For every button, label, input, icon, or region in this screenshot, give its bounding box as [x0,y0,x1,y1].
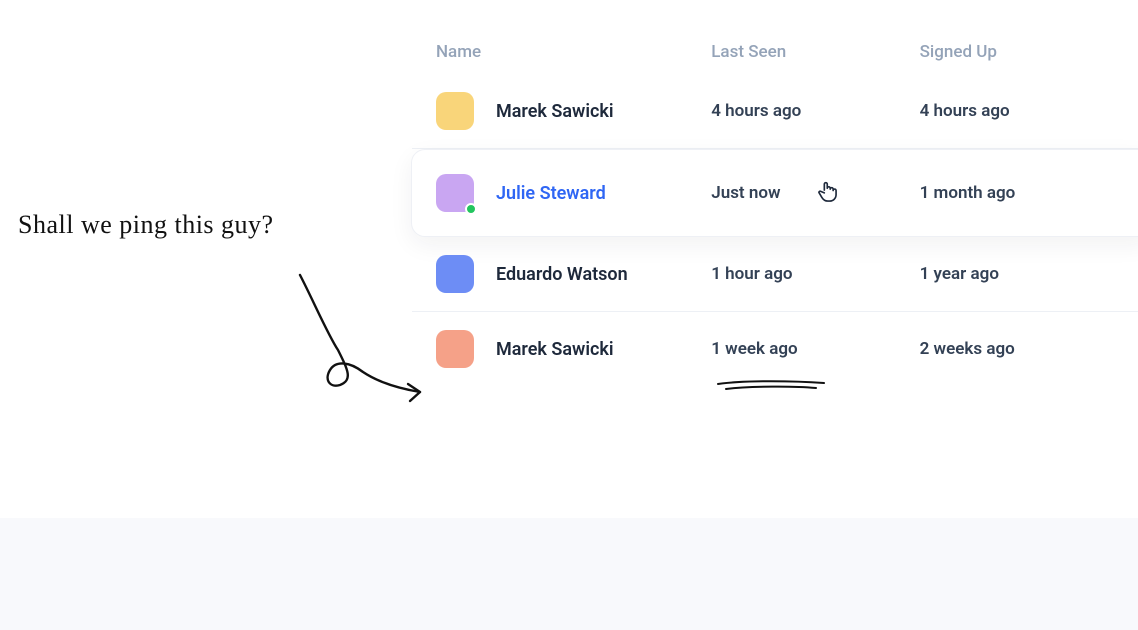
user-name[interactable]: Julie Steward [496,183,606,204]
avatar [436,92,474,130]
last-seen: Just now [711,183,780,203]
signed-up: 1 month ago [920,183,1128,203]
table-row[interactable]: Eduardo Watson 1 hour ago 1 year ago [412,237,1138,312]
annotation: Shall we ping this guy? [18,210,438,430]
signed-up: 4 hours ago [920,101,1128,121]
annotation-text: Shall we ping this guy? [18,210,438,240]
avatar [436,174,474,212]
table-row[interactable]: Marek Sawicki 4 hours ago 4 hours ago [412,74,1138,149]
table-header-row: Name Last Seen Signed Up [412,30,1138,74]
user-name: Marek Sawicki [496,101,614,122]
avatar [436,255,474,293]
annotation-arrow-icon [18,240,438,440]
col-header-last-seen: Last Seen [711,42,919,62]
last-seen: 1 week ago [711,339,919,359]
pointer-cursor-icon [817,179,839,207]
last-seen: 1 hour ago [711,264,919,284]
col-header-name: Name [436,42,711,62]
signed-up: 1 year ago [920,264,1128,284]
presence-dot-icon [465,203,477,215]
user-name: Marek Sawicki [496,339,614,360]
footer-band [0,518,1138,630]
table-row[interactable]: Julie Steward Just now 1 month ago [411,149,1138,237]
user-table: Name Last Seen Signed Up Marek Sawicki 4… [412,30,1138,386]
last-seen: 4 hours ago [711,101,919,121]
col-header-signed-up: Signed Up [920,42,1128,62]
signed-up: 2 weeks ago [920,339,1128,359]
avatar [436,330,474,368]
user-name: Eduardo Watson [496,264,628,285]
table-row[interactable]: Marek Sawicki 1 week ago 2 weeks ago [412,312,1138,386]
